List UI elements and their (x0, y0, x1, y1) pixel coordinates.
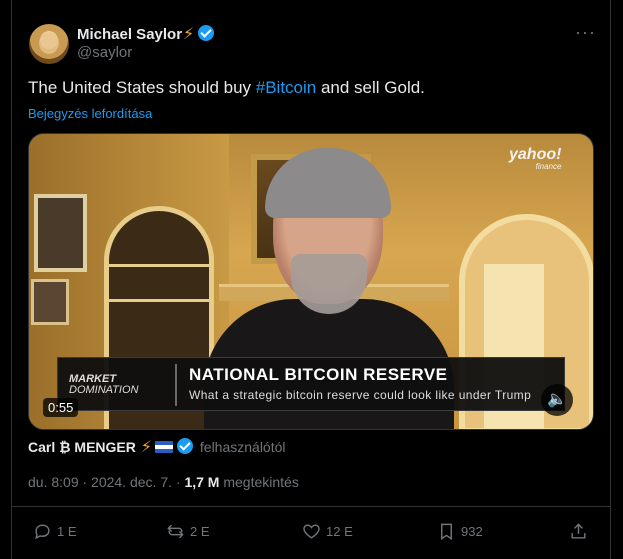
banner-headline: NATIONAL BITCOIN RESERVE (189, 365, 448, 384)
attribution-suffix: felhasználótól (199, 439, 286, 455)
author-name-row[interactable]: Michael Saylor⚡ (77, 24, 215, 44)
post-metadata: du. 8:09 · 2024. dec. 7. · 1,7 M megteki… (28, 474, 299, 490)
verified-badge-icon (177, 438, 193, 454)
shelf (109, 264, 209, 267)
repost-icon (167, 524, 184, 539)
attribution-name[interactable]: Carl ₿ MENGER (28, 439, 136, 455)
shelf (109, 299, 209, 302)
yahoo-finance-logo: yahoo! finance (509, 146, 561, 171)
share-button[interactable] (569, 522, 588, 541)
lower-third-banner: MARKET DOMINATION NATIONAL BITCOIN RESER… (57, 357, 565, 411)
author-avatar[interactable] (29, 24, 69, 64)
views-label: megtekintés (219, 474, 299, 490)
wall-frame-small (31, 279, 69, 325)
author-handle[interactable]: @saylor (77, 44, 132, 61)
wall-frame (34, 194, 87, 272)
flag-icon (155, 441, 173, 453)
lightning-icon: ⚡ (140, 439, 152, 456)
lightning-icon: ⚡ (183, 26, 195, 43)
post-timestamp[interactable]: du. 8:09 · 2024. dec. 7. · (28, 474, 184, 490)
reply-count: 1 E (57, 524, 77, 539)
view-count: 1,7 M (184, 474, 220, 490)
post-text-after: and sell Gold. (316, 78, 425, 97)
verified-badge-icon (198, 25, 215, 41)
mute-toggle-icon[interactable]: 🔈 (541, 384, 573, 416)
share-icon (571, 523, 586, 539)
banner-subheadline: What a strategic bitcoin reserve could l… (189, 388, 532, 402)
show-name: MARKET DOMINATION (69, 374, 138, 396)
repost-count: 2 E (190, 524, 210, 539)
reply-icon (35, 524, 50, 540)
hashtag-link[interactable]: #Bitcoin (256, 78, 316, 97)
repost-button[interactable]: 2 E (166, 522, 210, 541)
translate-link[interactable]: Bejegyzés lefordítása (28, 106, 152, 121)
author-name[interactable]: Michael Saylor (77, 26, 182, 43)
show-line2: DOMINATION (69, 384, 139, 396)
bookmark-count: 932 (461, 524, 483, 539)
more-options-icon[interactable]: ··· (575, 22, 596, 43)
actions-divider (11, 506, 611, 507)
like-count: 12 E (326, 524, 353, 539)
video-attribution[interactable]: Carl ₿ MENGER ⚡ felhasználótól (28, 437, 286, 457)
video-duration: 0:55 (43, 398, 79, 417)
like-button[interactable]: 12 E (302, 522, 353, 541)
video-player[interactable]: yahoo! finance MARKET DOMINATION NATIONA… (28, 133, 594, 430)
bookmark-icon (441, 523, 452, 540)
bookmark-button[interactable]: 932 (437, 522, 483, 541)
heart-icon (303, 524, 320, 539)
banner-divider (175, 364, 177, 406)
post-text: The United States should buy #Bitcoin an… (28, 78, 425, 98)
brand-text: yahoo! (509, 146, 562, 163)
brand-sub: finance (535, 162, 562, 171)
reply-button[interactable]: 1 E (33, 522, 77, 541)
post-text-before: The United States should buy (28, 78, 256, 97)
